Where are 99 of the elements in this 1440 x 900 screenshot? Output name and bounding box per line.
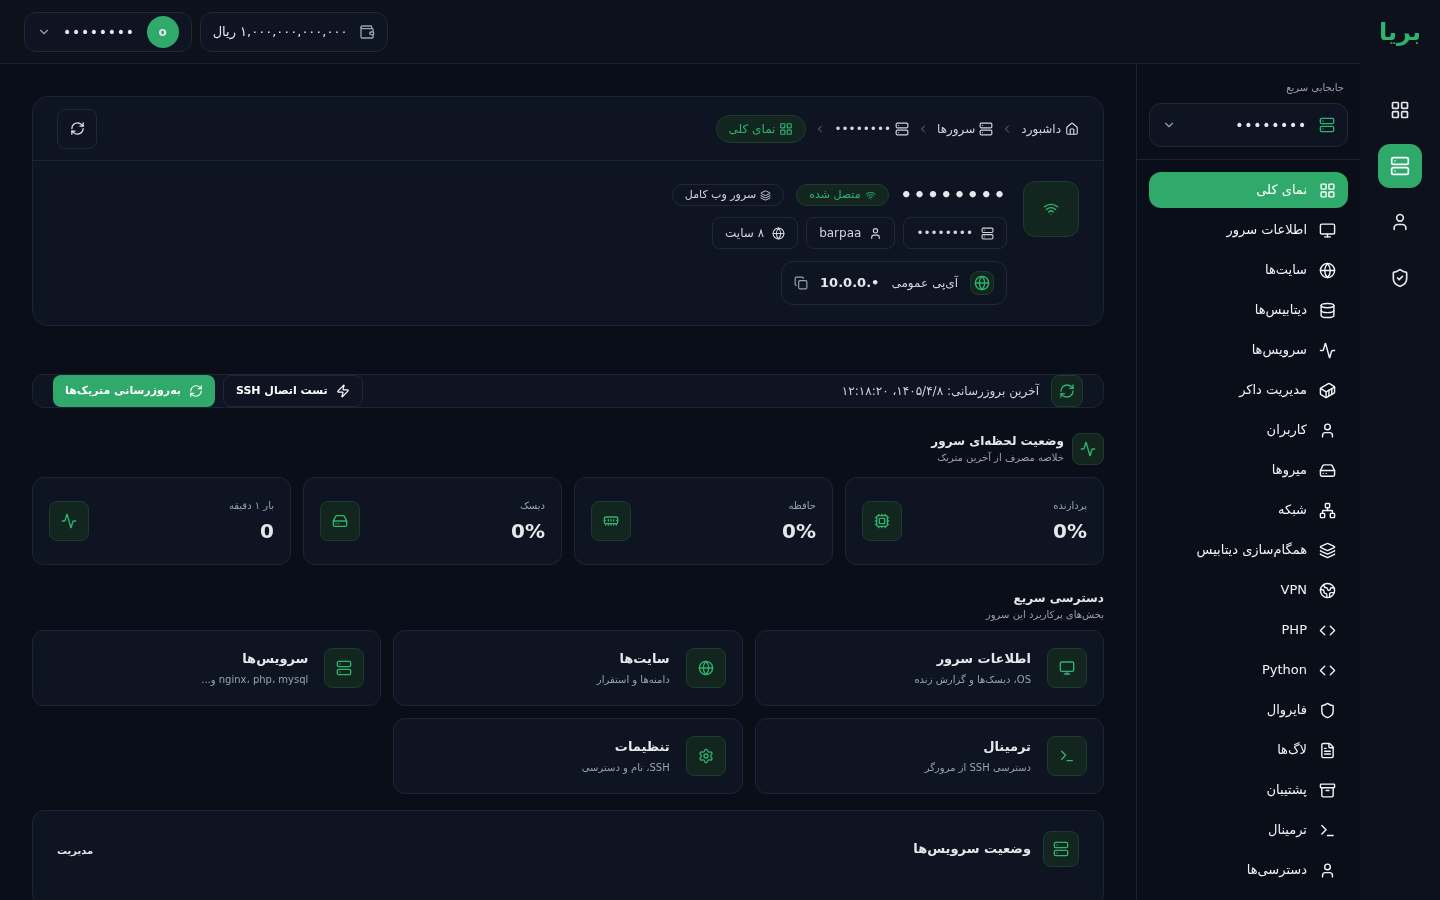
grid-icon xyxy=(779,121,794,136)
hard-drive-icon xyxy=(1319,461,1336,479)
manage-link[interactable]: مدیریت xyxy=(57,843,94,858)
sidebar-item[interactable]: لاگ‌ها xyxy=(1149,732,1348,768)
metric-value: 0% xyxy=(782,517,816,545)
section-title: وضعیت لحظه‌ای سرور xyxy=(931,433,1064,450)
cpu-icon xyxy=(862,501,902,541)
globe-icon xyxy=(685,648,726,688)
quick-access-card[interactable]: سایت‌ها دامنه‌ها و استقرار xyxy=(393,630,743,706)
breadcrumb-item[interactable]: داشبورد xyxy=(1021,119,1079,138)
wallet-balance[interactable]: ۱,۰۰۰,۰۰۰,۰۰۰,۰۰۰ ریال xyxy=(199,11,389,52)
ssh-test-button[interactable]: تست اتصال SSH xyxy=(222,375,363,407)
switch-label: جابجایی سریع xyxy=(1285,81,1345,95)
sidebar-item[interactable]: دسترسی‌ها xyxy=(1149,852,1348,888)
globe-icon xyxy=(970,271,994,295)
metric-label: بار ۱ دقیقه xyxy=(228,498,274,513)
server-icon xyxy=(324,648,365,688)
avatar: o xyxy=(146,15,179,48)
container-icon xyxy=(1319,381,1336,399)
gear-icon xyxy=(685,736,726,776)
sidebar-item[interactable]: میروها xyxy=(1149,452,1348,488)
sidebar-item[interactable]: دیتابیس‌ها xyxy=(1149,292,1348,328)
sidebar-item[interactable]: PHP xyxy=(1149,612,1348,648)
server-icon xyxy=(981,226,994,240)
card-title: وضعیت سرویس‌ها xyxy=(913,840,1031,859)
sidebar-item[interactable]: کاربران xyxy=(1149,412,1348,448)
ip-address: 10.0.0.• xyxy=(820,274,880,293)
section-subtitle: بخش‌های پرکاربرد این سرور xyxy=(984,608,1104,622)
info-chip: •••••••• xyxy=(903,217,1007,249)
user-icon xyxy=(1319,421,1336,439)
globe-icon xyxy=(1319,261,1336,279)
shield-icon xyxy=(1319,701,1336,719)
sidebar-item[interactable]: سایت‌ها xyxy=(1149,252,1348,288)
status-pill: متصل شده xyxy=(796,183,889,207)
activity-icon xyxy=(1319,341,1336,359)
refresh-icon xyxy=(188,384,203,398)
sidebar-item[interactable]: VPN xyxy=(1149,572,1348,608)
globe-icon xyxy=(772,226,786,240)
sidebar-item[interactable]: سرویس‌ها xyxy=(1149,332,1348,368)
server-icon xyxy=(1043,831,1079,867)
database-icon xyxy=(1319,301,1336,319)
quick-access-card[interactable]: تنظیمات SSH، نام و دسترسی xyxy=(393,718,743,794)
info-chip: barpaa xyxy=(806,217,896,249)
sidebar-item[interactable]: پشتیبان xyxy=(1149,772,1348,808)
sidebar-item[interactable]: مدیریت داکر xyxy=(1149,372,1348,408)
activity-icon xyxy=(49,501,89,541)
metric-label: دیسک xyxy=(518,498,545,513)
server-icon[interactable] xyxy=(1378,144,1422,188)
metric-label: حافظه xyxy=(787,498,816,513)
server-icon xyxy=(1319,117,1335,133)
user-icon xyxy=(869,226,883,240)
wifi-icon xyxy=(864,189,876,201)
home-icon xyxy=(1065,121,1079,136)
info-chip: ۸ سایت xyxy=(712,217,799,249)
breadcrumb-item[interactable]: •••••••• xyxy=(834,119,910,138)
activity-icon xyxy=(1072,432,1104,465)
refresh-button[interactable] xyxy=(57,108,97,149)
sidebar-item[interactable]: شبکه xyxy=(1149,492,1348,528)
section-subtitle: خلاصه مصرف از آخرین متریک xyxy=(936,450,1064,465)
terminal-icon xyxy=(1047,736,1087,776)
memory-icon xyxy=(591,501,631,541)
server-icon xyxy=(895,121,910,136)
logo[interactable]: بریا xyxy=(1379,20,1421,60)
sidebar-item[interactable]: ترمینال xyxy=(1149,812,1348,848)
network-icon xyxy=(1319,501,1336,519)
sidebar-item[interactable]: فایروال xyxy=(1149,692,1348,728)
globe-icon xyxy=(1319,581,1336,599)
document-icon xyxy=(1319,741,1336,759)
user-icon xyxy=(1319,861,1336,879)
layers-icon xyxy=(760,189,772,201)
quick-access-card[interactable]: سرویس‌ها nginx، php، mysql و... xyxy=(32,630,382,706)
section-title: دسترسی سریع xyxy=(1012,590,1104,607)
metric-label: پردازنده xyxy=(1053,498,1087,513)
copy-icon[interactable] xyxy=(794,276,809,290)
metric-value: 0% xyxy=(511,517,545,545)
last-update: آخرین بروزرسانی: ۱۴۰۵/۴/۸، ۱۲:۱۸:۲۰ xyxy=(841,382,1039,400)
breadcrumb-item[interactable]: سرورها xyxy=(937,119,994,138)
metric-value: 0 xyxy=(259,517,274,545)
quick-access-card[interactable]: اطلاعات سرور OS، دیسک‌ها و گزارش زنده xyxy=(754,630,1104,706)
user-menu[interactable]: •••••••• o xyxy=(24,11,192,52)
monitor-icon xyxy=(1319,221,1336,239)
sidebar-item[interactable]: Python xyxy=(1149,652,1348,688)
quick-access-card[interactable]: ترمینال دسترسی SSH از مرورگر xyxy=(754,718,1104,794)
server-name: •••••••• xyxy=(900,183,1007,207)
refresh-icon xyxy=(69,121,85,136)
server-switch-dropdown[interactable]: •••••••• xyxy=(1149,103,1348,147)
sidebar-item[interactable]: اطلاعات سرور xyxy=(1149,212,1348,248)
metric-value: 0% xyxy=(1053,517,1087,545)
breadcrumb-item[interactable]: نمای کلی xyxy=(715,114,807,143)
wifi-icon xyxy=(1023,181,1079,237)
sidebar-item[interactable]: همگام‌سازی دیتابیس xyxy=(1149,532,1348,568)
grid-icon xyxy=(1319,181,1336,199)
server-icon xyxy=(979,121,994,136)
archive-icon xyxy=(1319,781,1336,799)
layers-icon xyxy=(1319,541,1336,559)
refresh-icon xyxy=(1051,375,1083,407)
monitor-icon xyxy=(1047,648,1087,688)
lightning-icon xyxy=(335,384,350,398)
wallet-icon xyxy=(359,23,376,40)
